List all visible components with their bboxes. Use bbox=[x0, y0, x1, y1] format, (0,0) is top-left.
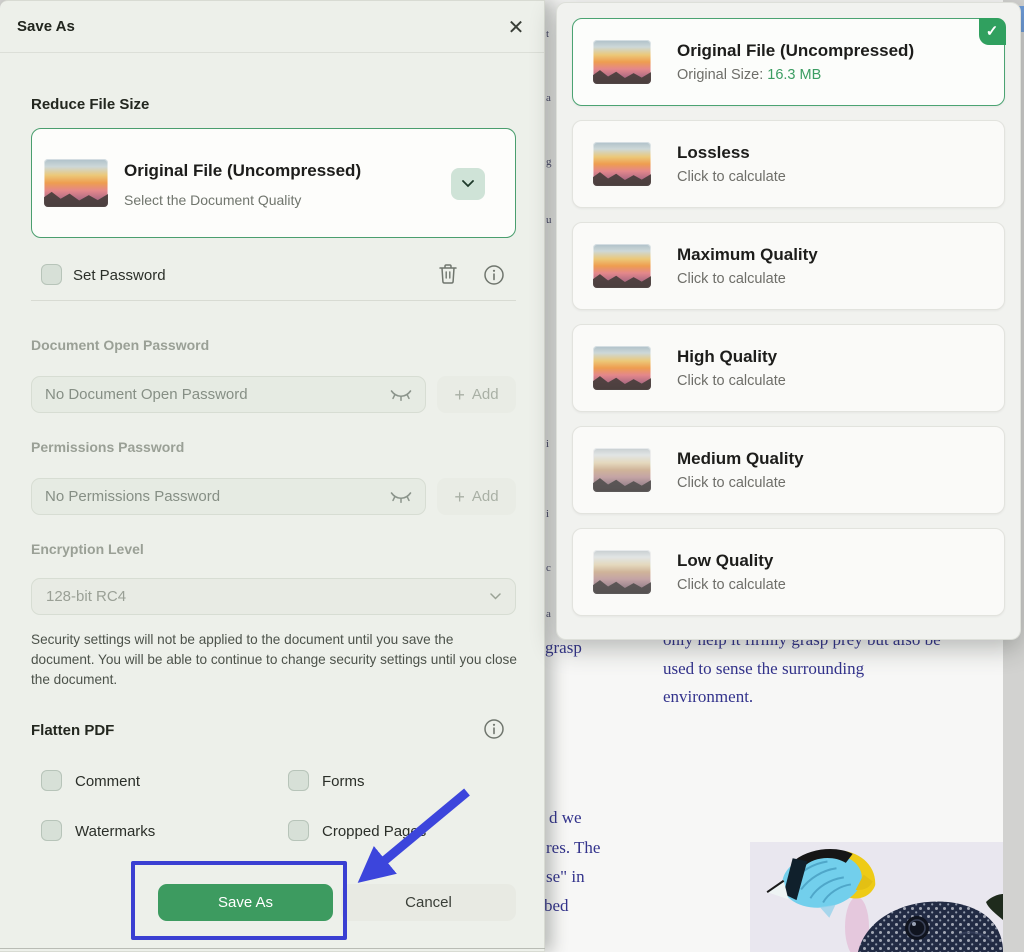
quality-dropdown-button[interactable] bbox=[451, 168, 485, 200]
quality-option-title: Medium Quality bbox=[677, 449, 804, 469]
flatten-info-button[interactable] bbox=[483, 718, 505, 745]
comment-label: Comment bbox=[75, 773, 140, 790]
doc-open-password-label: Document Open Password bbox=[31, 337, 209, 353]
permissions-password-label: Permissions Password bbox=[31, 439, 184, 455]
quality-option-original[interactable]: ✓ Original File (Uncompressed) Original … bbox=[572, 18, 1005, 106]
doc-open-password-value: No Document Open Password bbox=[45, 386, 390, 403]
quality-thumbnail bbox=[593, 448, 651, 492]
plus-icon: + bbox=[454, 386, 465, 404]
password-info-button[interactable] bbox=[483, 264, 505, 291]
chevron-down-icon bbox=[490, 593, 501, 600]
info-icon bbox=[483, 718, 505, 740]
watermarks-checkbox[interactable] bbox=[41, 820, 62, 841]
quality-option-title: Maximum Quality bbox=[677, 245, 818, 265]
doc-edge-fragment: a bbox=[546, 92, 551, 104]
size-label: Original Size: bbox=[677, 67, 767, 83]
dialog-header: Save As ✕ bbox=[0, 1, 544, 53]
forms-checkbox[interactable] bbox=[288, 770, 309, 791]
dialog-bottom-edge bbox=[0, 948, 545, 949]
quality-thumbnail bbox=[593, 550, 651, 594]
quality-option-subtitle: Click to calculate bbox=[677, 373, 786, 389]
doc-edge-fragment: a bbox=[546, 608, 551, 620]
reduce-file-size-heading: Reduce File Size bbox=[31, 96, 149, 113]
close-icon[interactable]: ✕ bbox=[504, 15, 528, 39]
chevron-down-icon bbox=[462, 180, 474, 188]
permissions-password-value: No Permissions Password bbox=[45, 488, 390, 505]
quality-thumbnail bbox=[593, 142, 651, 186]
encryption-level-label: Encryption Level bbox=[31, 541, 144, 557]
doc-edge-fragment: i bbox=[546, 438, 549, 450]
fish-photo bbox=[750, 842, 1003, 952]
quality-option-title: Original File (Uncompressed) bbox=[677, 41, 914, 61]
quality-thumbnail bbox=[593, 40, 651, 84]
doc-paragraph-line: used to sense the surrounding bbox=[663, 659, 864, 679]
info-icon bbox=[483, 264, 505, 286]
permissions-password-input[interactable]: No Permissions Password bbox=[31, 478, 426, 515]
doc-fragment: bed bbox=[544, 896, 569, 916]
quality-option-subtitle: Click to calculate bbox=[677, 169, 786, 185]
doc-word-grasp: grasp bbox=[545, 638, 582, 658]
divider bbox=[31, 300, 516, 301]
quality-option-medium[interactable]: Medium Quality Click to calculate bbox=[572, 426, 1005, 514]
add-button-label: Add bbox=[472, 488, 499, 505]
dialog-title: Save As bbox=[17, 18, 75, 35]
selected-check-icon: ✓ bbox=[979, 18, 1006, 45]
watermarks-label: Watermarks bbox=[75, 823, 155, 840]
plus-icon: + bbox=[454, 488, 465, 506]
trash-icon bbox=[437, 262, 459, 286]
quality-dropdown-panel: ✓ Original File (Uncompressed) Original … bbox=[556, 2, 1021, 640]
eye-off-icon[interactable] bbox=[390, 388, 412, 402]
quality-option-title: High Quality bbox=[677, 347, 786, 367]
quality-option-lossless[interactable]: Lossless Click to calculate bbox=[572, 120, 1005, 208]
doc-edge-fragment: u bbox=[546, 214, 552, 226]
save-as-dialog: Save As ✕ Reduce File Size Original File… bbox=[0, 0, 545, 952]
quality-option-subtitle: Click to calculate bbox=[677, 271, 818, 287]
security-note: Security settings will not be applied to… bbox=[31, 630, 518, 690]
add-button-label: Add bbox=[472, 386, 499, 403]
doc-edge-fragment: g bbox=[546, 156, 552, 168]
eye-off-icon[interactable] bbox=[390, 490, 412, 504]
quality-option-subtitle: Original Size: 16.3 MB bbox=[677, 67, 914, 83]
quality-option-low[interactable]: Low Quality Click to calculate bbox=[572, 528, 1005, 616]
doc-edge-fragment: t bbox=[546, 28, 549, 40]
cropped-pages-label: Cropped Pages bbox=[322, 823, 426, 840]
add-permissions-password-button[interactable]: + Add bbox=[437, 478, 516, 515]
doc-open-password-input[interactable]: No Document Open Password bbox=[31, 376, 426, 413]
cropped-pages-checkbox[interactable] bbox=[288, 820, 309, 841]
add-doc-open-password-button[interactable]: + Add bbox=[437, 376, 516, 413]
quality-thumbnail bbox=[593, 244, 651, 288]
flatten-pdf-heading: Flatten PDF bbox=[31, 722, 114, 739]
size-value: 16.3 MB bbox=[767, 67, 821, 83]
save-as-button[interactable]: Save As bbox=[158, 884, 333, 921]
quality-option-high[interactable]: High Quality Click to calculate bbox=[572, 324, 1005, 412]
selected-quality-subtitle: Select the Document Quality bbox=[124, 192, 301, 208]
quality-option-maximum[interactable]: Maximum Quality Click to calculate bbox=[572, 222, 1005, 310]
encryption-level-select[interactable]: 128-bit RC4 bbox=[31, 578, 516, 615]
selected-quality-title: Original File (Uncompressed) bbox=[124, 161, 361, 181]
doc-fragment: res. The bbox=[546, 838, 600, 858]
doc-edge-fragment: c bbox=[546, 562, 551, 574]
set-password-checkbox[interactable] bbox=[41, 264, 62, 285]
quality-thumbnail bbox=[593, 346, 651, 390]
quality-thumbnail bbox=[44, 159, 108, 207]
delete-password-button[interactable] bbox=[437, 262, 459, 291]
fish-illustration bbox=[750, 842, 1003, 952]
doc-fragment: d we bbox=[549, 808, 582, 828]
document-quality-selector[interactable]: Original File (Uncompressed) Select the … bbox=[31, 128, 516, 238]
cancel-button[interactable]: Cancel bbox=[341, 884, 516, 921]
comment-checkbox[interactable] bbox=[41, 770, 62, 791]
forms-label: Forms bbox=[322, 773, 365, 790]
screen: t a g u i i c a grasp only help it firml… bbox=[0, 0, 1024, 952]
quality-option-subtitle: Click to calculate bbox=[677, 577, 786, 593]
quality-option-subtitle: Click to calculate bbox=[677, 475, 804, 491]
set-password-label: Set Password bbox=[73, 267, 166, 284]
doc-paragraph-line: environment. bbox=[663, 687, 753, 707]
doc-edge-fragment: i bbox=[546, 508, 549, 520]
quality-option-title: Low Quality bbox=[677, 551, 786, 571]
encryption-level-value: 128-bit RC4 bbox=[46, 588, 126, 605]
doc-fragment: se" in bbox=[546, 867, 585, 887]
quality-option-title: Lossless bbox=[677, 143, 786, 163]
